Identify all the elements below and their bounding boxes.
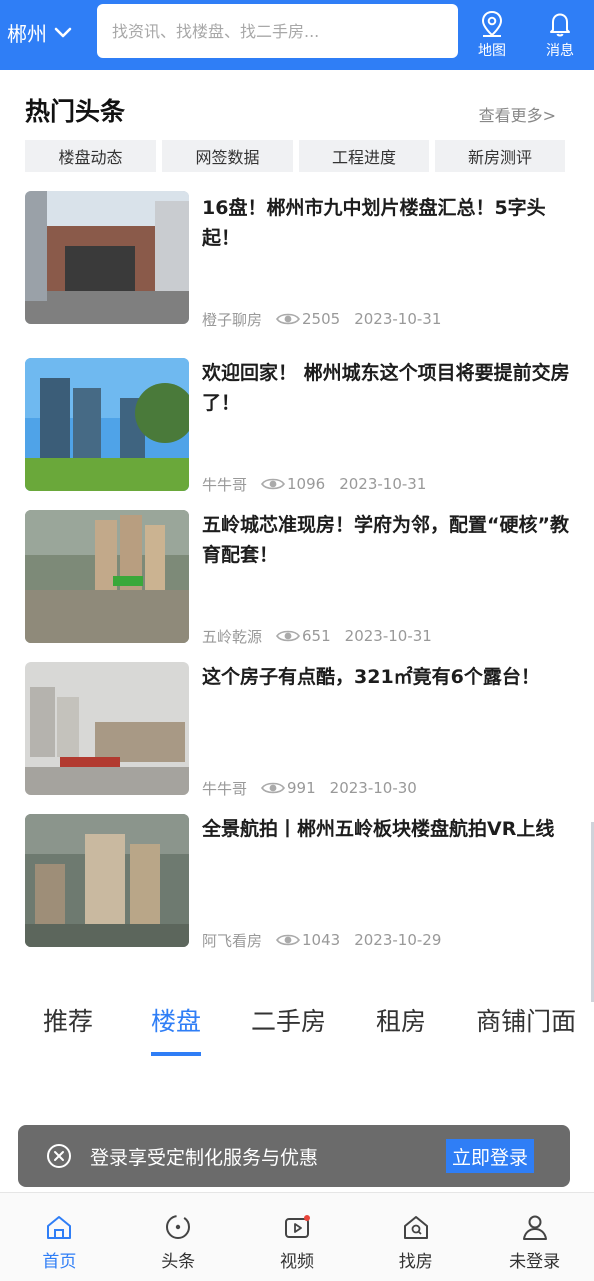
bottom-nav: 首页 头条 视频 找房 未登录 — [0, 1192, 594, 1281]
tag-signing-data[interactable]: 网签数据 — [162, 140, 293, 172]
eye-icon — [261, 478, 285, 490]
news-meta: 阿飞看房 1043 2023-10-29 — [202, 930, 441, 950]
tab-shops[interactable]: 商铺门面 — [476, 1002, 576, 1038]
city-label: 郴州 — [7, 21, 47, 46]
tab-second-hand[interactable]: 二手房 — [251, 1002, 326, 1038]
news-views: 2505 — [302, 310, 341, 328]
search-input[interactable] — [110, 20, 458, 42]
chevron-down-icon — [54, 27, 72, 38]
nav-video[interactable]: 视频 — [238, 1193, 357, 1281]
tag-project-news[interactable]: 楼盘动态 — [25, 140, 156, 172]
bell-icon — [550, 13, 570, 37]
news-views: 1043 — [302, 931, 341, 949]
login-banner: 登录享受定制化服务与优惠 立即登录 — [18, 1125, 570, 1187]
user-icon — [522, 1215, 547, 1240]
news-title: 欢迎回家！ 郴州城东这个项目将要提前交房了！ — [202, 362, 570, 414]
tab-recommend[interactable]: 推荐 — [43, 1002, 93, 1038]
news-meta: 牛牛哥 991 2023-10-30 — [202, 778, 417, 798]
login-button[interactable]: 立即登录 — [445, 1139, 534, 1173]
news-author: 橙子聊房 — [202, 310, 263, 329]
section-title: 热门头条 — [25, 97, 126, 126]
nav-headlines-label: 头条 — [161, 1252, 196, 1272]
news-author: 五岭乾源 — [202, 627, 263, 646]
headlines-icon — [166, 1215, 191, 1239]
news-date: 2023-10-31 — [339, 475, 427, 493]
eye-icon — [261, 782, 285, 794]
nav-headlines[interactable]: 头条 — [119, 1193, 238, 1281]
house-search-icon — [403, 1216, 428, 1239]
nav-home[interactable]: 首页 — [0, 1193, 119, 1281]
eye-icon — [276, 313, 300, 325]
video-icon — [284, 1215, 310, 1238]
news-thumbnail — [25, 662, 189, 795]
news-views: 651 — [302, 627, 331, 645]
nav-profile[interactable]: 未登录 — [475, 1193, 594, 1281]
eye-icon — [276, 630, 300, 642]
category-tabs: 推荐 楼盘 二手房 租房 商铺门面 — [13, 982, 581, 1058]
login-promo-text: 登录享受定制化服务与优惠 — [90, 1146, 319, 1169]
tag-construction-progress[interactable]: 工程进度 — [299, 140, 429, 172]
tab-rental[interactable]: 租房 — [376, 1002, 426, 1038]
news-item[interactable]: 欢迎回家！ 郴州城东这个项目将要提前交房了！ 牛牛哥 1096 2023-10-… — [25, 358, 570, 494]
tab-projects[interactable]: 楼盘 — [151, 1002, 202, 1056]
news-author: 牛牛哥 — [202, 779, 248, 798]
topic-tags: 楼盘动态 网签数据 工程进度 新房测评 — [25, 140, 565, 172]
message-button[interactable]: 消息 — [534, 10, 586, 62]
news-title: 16盘！郴州市九中划片楼盘汇总！5字头起！ — [202, 197, 546, 249]
city-selector[interactable]: 郴州 — [7, 14, 73, 50]
message-label: 消息 — [546, 43, 574, 59]
news-item[interactable]: 五岭城芯准现房！学府为邻，配置“硬核”教育配套！ 五岭乾源 651 2023-1… — [25, 510, 570, 646]
top-header: 郴州 地图 消息 — [0, 0, 594, 70]
news-date: 2023-10-30 — [329, 779, 417, 797]
news-meta: 橙子聊房 2505 2023-10-31 — [202, 309, 441, 329]
news-item[interactable]: 16盘！郴州市九中划片楼盘汇总！5字头起！ 橙子聊房 2505 2023-10-… — [25, 191, 570, 329]
map-pin-icon — [481, 10, 503, 37]
news-thumbnail — [25, 814, 189, 947]
nav-find-home[interactable]: 找房 — [356, 1193, 475, 1281]
map-button[interactable]: 地图 — [466, 10, 518, 62]
close-circle-icon[interactable] — [46, 1143, 72, 1169]
news-author: 牛牛哥 — [202, 475, 248, 494]
nav-video-label: 视频 — [279, 1252, 314, 1272]
eye-icon — [276, 934, 300, 946]
news-author: 阿飞看房 — [202, 931, 263, 950]
home-icon — [47, 1216, 72, 1239]
map-label: 地图 — [478, 43, 506, 59]
news-thumbnail — [25, 358, 189, 491]
view-more-link[interactable]: 查看更多> — [479, 102, 556, 126]
news-meta: 牛牛哥 1096 2023-10-31 — [202, 474, 426, 494]
news-date: 2023-10-31 — [344, 627, 432, 645]
nav-home-label: 首页 — [42, 1252, 77, 1272]
tag-new-home-review[interactable]: 新房测评 — [435, 140, 565, 172]
news-thumbnail — [25, 510, 189, 643]
news-views: 991 — [287, 779, 316, 797]
news-item[interactable]: 全景航拍丨郴州五岭板块楼盘航拍VR上线 阿飞看房 1043 2023-10-29 — [25, 814, 570, 950]
nav-profile-label: 未登录 — [509, 1252, 561, 1272]
nav-find-home-label: 找房 — [398, 1252, 433, 1272]
news-thumbnail — [25, 191, 189, 324]
news-date: 2023-10-31 — [354, 310, 442, 328]
news-views: 1096 — [287, 475, 326, 493]
search-box[interactable] — [97, 4, 458, 58]
news-title: 这个房子有点酷，321㎡竟有6个露台！ — [202, 666, 540, 688]
news-meta: 五岭乾源 651 2023-10-31 — [202, 626, 432, 646]
news-item[interactable]: 这个房子有点酷，321㎡竟有6个露台！ 牛牛哥 991 2023-10-30 — [25, 662, 570, 798]
news-date: 2023-10-29 — [354, 931, 442, 949]
news-title: 全景航拍丨郴州五岭板块楼盘航拍VR上线 — [202, 818, 555, 840]
news-title: 五岭城芯准现房！学府为邻，配置“硬核”教育配套！ — [202, 514, 569, 566]
